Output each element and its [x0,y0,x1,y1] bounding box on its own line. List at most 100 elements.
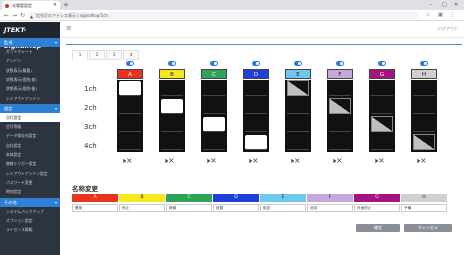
confirm-button[interactable]: 確定 [356,224,400,232]
column-toggle[interactable] [378,61,386,66]
reload-icon[interactable]: ↻ [20,10,25,21]
sidebar-item[interactable]: ガントチャート [0,47,60,56]
lamp-cell[interactable] [119,98,141,114]
mute-icon[interactable]: 🕨× [331,156,343,166]
maximize-icon[interactable]: □ [442,0,447,10]
mute-icon[interactable]: 🕨× [289,156,301,166]
sidebar-item[interactable]: パスワード変更 [0,178,60,187]
sidebar-item[interactable]: 時刻設定 [0,187,60,196]
rename-input-B[interactable]: 停止 [119,204,165,212]
lamp-cell[interactable] [245,98,267,114]
sidebar-item[interactable]: 点灯設定 [0,112,60,122]
lamp-cell[interactable] [245,116,267,132]
rename-input-H[interactable]: 予備 [401,204,447,212]
rename-input-G[interactable]: 計画停止 [354,204,400,212]
hamburger-icon[interactable]: ≡ [66,24,72,32]
new-tab-icon[interactable]: + [63,0,69,10]
sidebar-item[interactable]: 状態表示(個別:前) [0,75,60,84]
lamp-cell[interactable] [413,116,435,132]
lamp-cell[interactable] [245,80,267,96]
sidebar-item[interactable]: 本体設定 [0,150,60,159]
column-toggle[interactable] [210,61,218,66]
column-toggle[interactable] [420,61,428,66]
lamp-cell[interactable] [329,98,351,114]
sidebar-item[interactable]: オプション設定 [0,216,60,225]
mute-icon[interactable]: 🕨× [373,156,385,166]
lamp-cell[interactable] [371,98,393,114]
lamp-cell[interactable] [245,135,267,150]
browser-tab[interactable]: 光電管設定 × [2,1,60,10]
extensions-icon[interactable]: ▦ [438,10,443,21]
back-icon[interactable]: ← [4,10,9,21]
mute-icon[interactable]: 🕨× [415,156,427,166]
sidebar-section-0[interactable]: 監視 ▾ [0,38,60,47]
lamp-cell[interactable] [371,116,393,132]
sidebar-item[interactable]: ライセンス情報 [0,225,60,234]
rename-swatch-C: C [166,194,212,202]
lamp-cell[interactable] [371,80,393,96]
sidebar-item[interactable]: アンドン [0,56,60,65]
mute-icon[interactable]: 🕨× [121,156,133,166]
minimize-icon[interactable]: – [430,0,433,10]
sidebar-section-1[interactable]: 設定 ▾ [0,103,60,113]
sidebar-item[interactable]: レイアウトアンドン [0,94,60,103]
url-field[interactable]: ▲ 信号灯のアドレス表示 | signalhop/1ch [28,12,418,19]
lamp-cell[interactable] [287,80,309,96]
rename-input-F[interactable]: 品待 [307,204,353,212]
lamp-cell[interactable] [203,98,225,114]
lamp-cell[interactable] [287,134,309,150]
sidebar-item[interactable]: レイアウトアンドン設定 [0,169,60,178]
lamp-cell[interactable] [413,134,435,150]
mute-icon[interactable]: 🕨× [247,156,259,166]
lamp-cell[interactable] [329,116,351,132]
rename-input-E[interactable]: 設定 [260,204,306,212]
lamp-cell[interactable] [119,116,141,132]
lamp-cell[interactable] [161,134,183,150]
mute-icon[interactable]: 🕨× [163,156,175,166]
sidebar-section-2[interactable]: その他 ▾ [0,197,60,207]
mute-icon[interactable]: 🕨× [205,156,217,166]
rename-input-A[interactable]: 異常 [72,204,118,212]
column-toggle[interactable] [168,61,176,66]
rename-input-D[interactable]: 段替 [213,204,259,212]
forward-icon[interactable]: → [12,10,17,21]
sidebar-item[interactable]: 状態表示(概要) [0,66,60,75]
lamp-cell[interactable] [119,134,141,150]
logout-link[interactable]: ログアウト [438,26,458,32]
rename-input-C[interactable]: 稼働 [166,204,212,212]
close-window-icon[interactable]: ✕ [454,0,458,10]
row-label-2ch: 2ch [84,104,97,112]
sidebar-item[interactable]: 自社設定 [0,141,60,150]
lamp-cell[interactable] [371,134,393,150]
lamp-cell[interactable] [161,116,183,132]
lamp-cell[interactable] [329,134,351,150]
lamp-cell[interactable] [119,81,141,96]
sidebar-item[interactable]: 無線トリガー設定 [0,159,60,168]
sidebar-item[interactable]: システムバックアップ [0,207,60,216]
column-toggle[interactable] [336,61,344,66]
page-tab-3[interactable]: 3 [106,50,122,60]
close-tab-icon[interactable]: × [53,1,57,10]
page-tab-4[interactable]: 4 [123,50,139,60]
more-menu-icon[interactable]: ⋮ [450,10,455,21]
page-tab-1[interactable]: 1 [72,50,88,60]
star-icon[interactable]: ☆ [426,10,430,21]
lamp-cell[interactable] [203,134,225,150]
column-toggle[interactable] [294,61,302,66]
lamp-cell[interactable] [413,98,435,114]
cancel-button[interactable]: キャンセル [404,224,452,232]
page-tab-2[interactable]: 2 [89,50,105,60]
sidebar-item[interactable]: 状態表示(個別:後) [0,84,60,93]
lamp-cell[interactable] [413,80,435,96]
lamp-cell[interactable] [161,80,183,96]
lamp-cell[interactable] [287,98,309,114]
lamp-cell[interactable] [287,116,309,132]
lamp-cell[interactable] [203,117,225,132]
lamp-cell[interactable] [203,80,225,96]
column-toggle[interactable] [126,61,134,66]
sidebar-item[interactable]: 信号等級 [0,122,60,131]
lamp-cell[interactable] [329,80,351,96]
column-toggle[interactable] [252,61,260,66]
sidebar-item[interactable]: データ保存先設定 [0,131,60,140]
lamp-cell[interactable] [161,99,183,114]
